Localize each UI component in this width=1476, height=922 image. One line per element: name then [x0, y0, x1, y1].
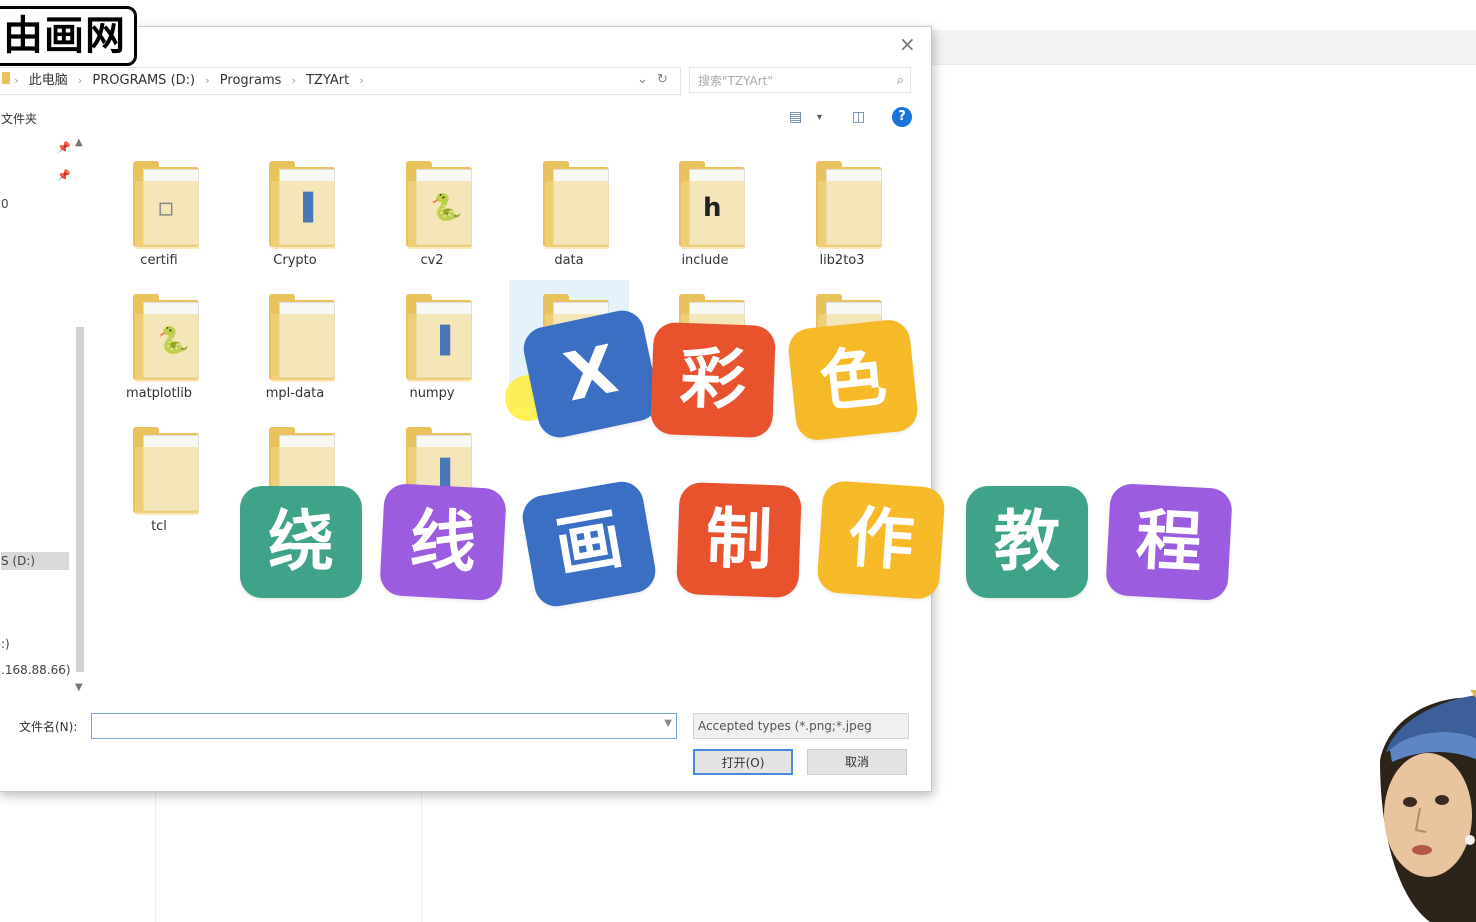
dialog-toolbar: 文件夹 ▤ ▾ ◫ ? — [0, 105, 931, 133]
file-open-dialog: × › 此电脑 › PROGRAMS (D:) › Programs › TZY… — [0, 26, 932, 792]
nav-item[interactable]: 0 — [1, 197, 9, 211]
file-item[interactable]: ▐ Crypto — [235, 147, 355, 275]
breadcrumb-separator: › — [359, 74, 364, 87]
filename-input[interactable]: ▼ — [91, 713, 677, 739]
watermark-logo: 由画网 — [0, 6, 137, 66]
title-sticker: 线 — [379, 482, 507, 602]
file-name: Crypto — [273, 253, 317, 268]
file-name: cv2 — [420, 253, 444, 268]
folder-icon: 🐍 — [406, 161, 478, 249]
nav-item-network[interactable]: .168.88.66) — [1, 663, 71, 677]
folder-icon — [269, 294, 341, 382]
view-options-icon[interactable]: ▤ — [789, 109, 802, 125]
file-name: data — [554, 253, 584, 268]
folder-icon: ▐ — [406, 294, 478, 382]
nav-item[interactable]: :) — [1, 637, 10, 651]
background-divider — [930, 64, 1476, 65]
file-item[interactable]: ▫ certifi — [99, 147, 219, 275]
file-name: mpl-data — [265, 386, 325, 401]
nav-scrollbar[interactable]: ▲ ▼ — [73, 137, 87, 697]
preview-pane-icon[interactable]: ◫ — [852, 109, 865, 125]
folder-content-icon: 🐍 — [430, 193, 463, 223]
search-icon[interactable]: ⌕ — [897, 68, 904, 94]
refresh-icon[interactable]: ↻ — [657, 67, 668, 93]
breadcrumb-separator: › — [77, 74, 83, 87]
title-sticker: 画 — [519, 478, 659, 610]
search-input[interactable]: 搜索"TZYArt" ⌕ — [689, 67, 911, 93]
file-type-select[interactable]: Accepted types (*.png;*.jpeg — [693, 713, 909, 739]
open-button[interactable]: 打开(O) — [693, 749, 793, 775]
file-item[interactable]: data — [509, 147, 629, 275]
file-type-value: Accepted types (*.png;*.jpeg — [698, 719, 872, 733]
breadcrumb-separator: › — [14, 74, 19, 87]
breadcrumb-separator: › — [205, 74, 210, 87]
file-list: ▫ certifi ▐ Crypto 🐍 cv2 data h include lib2to3 🐍 m… — [99, 147, 919, 707]
close-icon[interactable]: × — [899, 32, 916, 56]
address-bar[interactable]: › 此电脑 › PROGRAMS (D:) › Programs › TZYAr… — [0, 67, 681, 95]
file-name: tcl — [151, 519, 167, 534]
new-folder-button[interactable]: 文件夹 — [1, 110, 37, 127]
breadcrumb-tzyart[interactable]: TZYArt — [306, 73, 349, 88]
title-sticker: 绕 — [240, 486, 362, 598]
navigation-pane: 📌 📌 0 S (D:) :) .168.88.66) — [0, 137, 71, 697]
help-icon[interactable]: ? — [892, 107, 912, 127]
title-sticker: 色 — [786, 317, 920, 443]
breadcrumb-separator: › — [291, 74, 296, 87]
folder-content-icon: h — [703, 193, 722, 223]
chevron-down-icon[interactable]: ▾ — [817, 112, 822, 123]
background-toolbar — [930, 30, 1476, 64]
file-name: certifi — [140, 253, 178, 268]
folder-icon — [543, 161, 615, 249]
breadcrumb-this-pc[interactable]: 此电脑 — [29, 73, 68, 88]
folder-icon — [2, 72, 10, 84]
breadcrumb-programs-drive[interactable]: PROGRAMS (D:) — [92, 73, 195, 88]
address-row: › 此电脑 › PROGRAMS (D:) › Programs › TZYAr… — [0, 67, 931, 97]
pin-icon[interactable]: 📌 — [57, 141, 71, 154]
file-item[interactable]: 🐍 cv2 — [372, 147, 492, 275]
scroll-thumb[interactable] — [76, 327, 84, 672]
folder-icon — [133, 427, 205, 515]
file-name: include — [681, 253, 729, 268]
file-name: numpy — [409, 386, 455, 401]
file-item[interactable]: ▐ numpy — [372, 280, 492, 408]
title-sticker: 作 — [816, 479, 946, 601]
folder-content-icon: 🐍 — [157, 326, 190, 356]
file-item[interactable]: tcl — [99, 413, 219, 541]
title-sticker: 彩 — [650, 321, 776, 439]
chevron-down-icon[interactable]: ⌄ — [637, 67, 648, 93]
file-item[interactable]: 🐍 matplotlib — [99, 280, 219, 408]
folder-content-icon: ▐ — [430, 326, 450, 356]
file-item[interactable]: mpl-data — [235, 280, 355, 408]
folder-content-icon: ▐ — [293, 193, 313, 223]
file-item[interactable]: lib2to3 — [782, 147, 902, 275]
nav-item-drive-d[interactable]: S (D:) — [1, 552, 69, 570]
background-panel — [155, 790, 422, 922]
scroll-up-icon[interactable]: ▲ — [75, 137, 83, 148]
title-sticker: 程 — [1105, 482, 1233, 602]
folder-icon — [816, 161, 888, 249]
folder-icon: h — [679, 161, 751, 249]
file-item[interactable]: h include — [645, 147, 765, 275]
filename-label: 文件名(N): — [19, 720, 78, 734]
title-sticker: 制 — [676, 481, 802, 599]
folder-icon: ▐ — [269, 161, 341, 249]
breadcrumb-programs[interactable]: Programs — [220, 73, 282, 88]
title-sticker: 教 — [966, 486, 1088, 598]
search-placeholder: 搜索"TZYArt" — [698, 74, 773, 88]
scroll-down-icon[interactable]: ▼ — [75, 682, 83, 693]
file-name: matplotlib — [125, 386, 193, 401]
folder-icon: ▫ — [133, 161, 205, 249]
file-name: lib2to3 — [819, 253, 865, 268]
pin-icon[interactable]: 📌 — [57, 169, 71, 182]
chevron-down-icon[interactable]: ▼ — [664, 718, 672, 729]
folder-content-icon: ▫ — [157, 193, 175, 223]
cancel-button[interactable]: 取消 — [807, 749, 907, 775]
folder-icon: 🐍 — [133, 294, 205, 382]
presenter-avatar — [1380, 690, 1476, 922]
